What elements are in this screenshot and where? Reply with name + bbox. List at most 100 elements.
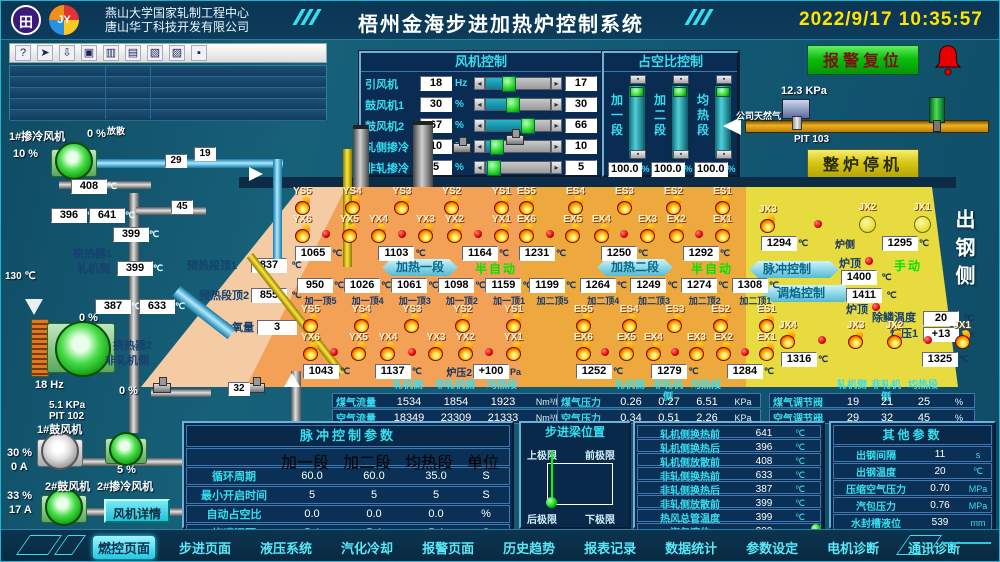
duty-track[interactable]: [628, 85, 646, 159]
burner[interactable]: YS2: [442, 187, 461, 215]
burner[interactable]: EX6: [517, 215, 536, 243]
mix-fan2-icon[interactable]: [109, 432, 143, 466]
nav-tab-1[interactable]: 步进页面: [174, 536, 236, 559]
burner[interactable]: JX1: [913, 203, 931, 233]
mix-fan1-icon[interactable]: [55, 142, 93, 180]
slider-up-arrow-icon[interactable]: ▪: [630, 75, 646, 84]
burner[interactable]: JX2: [859, 203, 877, 233]
alarm-row[interactable]: [10, 99, 326, 110]
burner[interactable]: YX4: [379, 333, 398, 361]
burner[interactable]: EX1: [757, 333, 776, 361]
burner[interactable]: YS5: [301, 305, 320, 333]
pulse-control-button[interactable]: 脉冲控制: [749, 261, 839, 278]
alarm-reset-button[interactable]: 报警复位: [807, 45, 919, 75]
alarm-row[interactable]: [10, 88, 326, 99]
slider-left-arrow-icon[interactable]: ◂: [474, 98, 485, 111]
slider-track[interactable]: [485, 98, 551, 111]
burner[interactable]: YS4: [352, 305, 371, 333]
burner[interactable]: YS3: [393, 187, 412, 215]
print-icon[interactable]: ▨: [169, 45, 185, 61]
burner[interactable]: JX3: [759, 205, 777, 233]
blower1-icon[interactable]: [41, 432, 79, 470]
slider-left-arrow-icon[interactable]: ◂: [474, 161, 485, 174]
alarm-list[interactable]: [9, 65, 327, 120]
burner[interactable]: YX3: [416, 215, 435, 243]
burner[interactable]: JX3: [847, 321, 865, 349]
slider-down-arrow-icon[interactable]: ▪: [673, 150, 689, 159]
burner[interactable]: ES1: [713, 187, 732, 215]
burner[interactable]: EX1: [713, 215, 732, 243]
burner[interactable]: YS2: [453, 305, 472, 333]
duty-thumb[interactable]: [716, 87, 730, 97]
burner[interactable]: YX6: [301, 333, 320, 361]
burner[interactable]: ES2: [664, 187, 683, 215]
slider-thumb[interactable]: [490, 139, 504, 155]
duty-thumb[interactable]: [673, 87, 687, 97]
slider-down-arrow-icon[interactable]: ▪: [716, 150, 732, 159]
burner[interactable]: YX3: [427, 333, 446, 361]
nav-tab-6[interactable]: 报表记录: [579, 536, 641, 559]
slider-up-arrow-icon[interactable]: ▪: [673, 75, 689, 84]
slider-left-arrow-icon[interactable]: ◂: [474, 119, 485, 132]
burner[interactable]: EX2: [714, 333, 733, 361]
burner[interactable]: EX6: [574, 333, 593, 361]
alarm-row[interactable]: [10, 66, 326, 77]
duty-slider[interactable]: 加一段▪▪100.0%: [610, 75, 651, 173]
burner[interactable]: ES4: [566, 187, 585, 215]
slider-thumb[interactable]: [506, 97, 520, 113]
slider-track[interactable]: [485, 161, 551, 174]
slider-left-arrow-icon[interactable]: ◂: [474, 77, 485, 90]
nav-tab-5[interactable]: 历史趋势: [498, 536, 560, 559]
nav-tab-0[interactable]: 燃控页面: [93, 536, 155, 559]
nav-tab-4[interactable]: 报警页面: [417, 536, 479, 559]
burner[interactable]: YS4: [343, 187, 362, 215]
burner[interactable]: YX2: [445, 215, 464, 243]
chart-icon[interactable]: ▥: [103, 45, 119, 61]
duty-slider[interactable]: 加二段▪▪100.0%: [653, 75, 694, 173]
nav-tab-9[interactable]: 电机诊断: [822, 536, 884, 559]
burner[interactable]: YX5: [349, 333, 368, 361]
burner[interactable]: YS5: [293, 187, 312, 215]
slider-right-arrow-icon[interactable]: ▸: [551, 140, 562, 153]
nav-tab-7[interactable]: 数据统计: [660, 536, 722, 559]
burner[interactable]: YX1: [504, 333, 523, 361]
burner[interactable]: EX4: [644, 333, 663, 361]
fan-detail-button[interactable]: 风机详情: [104, 499, 170, 523]
burner[interactable]: EX5: [563, 215, 582, 243]
slider-thumb[interactable]: [487, 160, 501, 176]
doc-icon[interactable]: ▧: [147, 45, 163, 61]
nav-tab-8[interactable]: 参数设定: [741, 536, 803, 559]
burner[interactable]: YX2: [456, 333, 475, 361]
slider-up-arrow-icon[interactable]: ▪: [716, 75, 732, 84]
slider-down-arrow-icon[interactable]: ▪: [630, 150, 646, 159]
fan-slider[interactable]: ◂▸: [474, 161, 562, 174]
burner[interactable]: JX1: [953, 321, 971, 349]
burner[interactable]: ES3: [615, 187, 634, 215]
burner[interactable]: YS1: [492, 187, 511, 215]
alarm-row[interactable]: [10, 110, 326, 121]
slider-right-arrow-icon[interactable]: ▸: [551, 77, 562, 90]
folder-icon[interactable]: ▣: [81, 45, 97, 61]
nav-tab-2[interactable]: 液压系统: [255, 536, 317, 559]
mail-icon[interactable]: ➤: [37, 45, 53, 61]
slider-right-arrow-icon[interactable]: ▸: [551, 98, 562, 111]
slider-right-arrow-icon[interactable]: ▸: [551, 161, 562, 174]
slider-thumb[interactable]: [521, 118, 535, 134]
help-icon[interactable]: ?: [15, 45, 31, 61]
fan-slider[interactable]: ◂▸: [474, 98, 562, 111]
burner[interactable]: ES5: [574, 305, 593, 333]
slider-left-arrow-icon[interactable]: ◂: [474, 140, 485, 153]
burner[interactable]: EX4: [592, 215, 611, 243]
burner[interactable]: YX5: [340, 215, 359, 243]
alarm-row[interactable]: [10, 77, 326, 88]
burner[interactable]: EX3: [638, 215, 657, 243]
slider-thumb[interactable]: [502, 76, 516, 92]
slider-track[interactable]: [485, 77, 551, 90]
duty-track[interactable]: [671, 85, 689, 159]
burner[interactable]: ES2: [711, 305, 730, 333]
burner[interactable]: ES3: [666, 305, 685, 333]
burner[interactable]: ES4: [620, 305, 639, 333]
burner[interactable]: EX3: [687, 333, 706, 361]
burner[interactable]: JX2: [885, 321, 903, 349]
burner[interactable]: YX4: [369, 215, 388, 243]
